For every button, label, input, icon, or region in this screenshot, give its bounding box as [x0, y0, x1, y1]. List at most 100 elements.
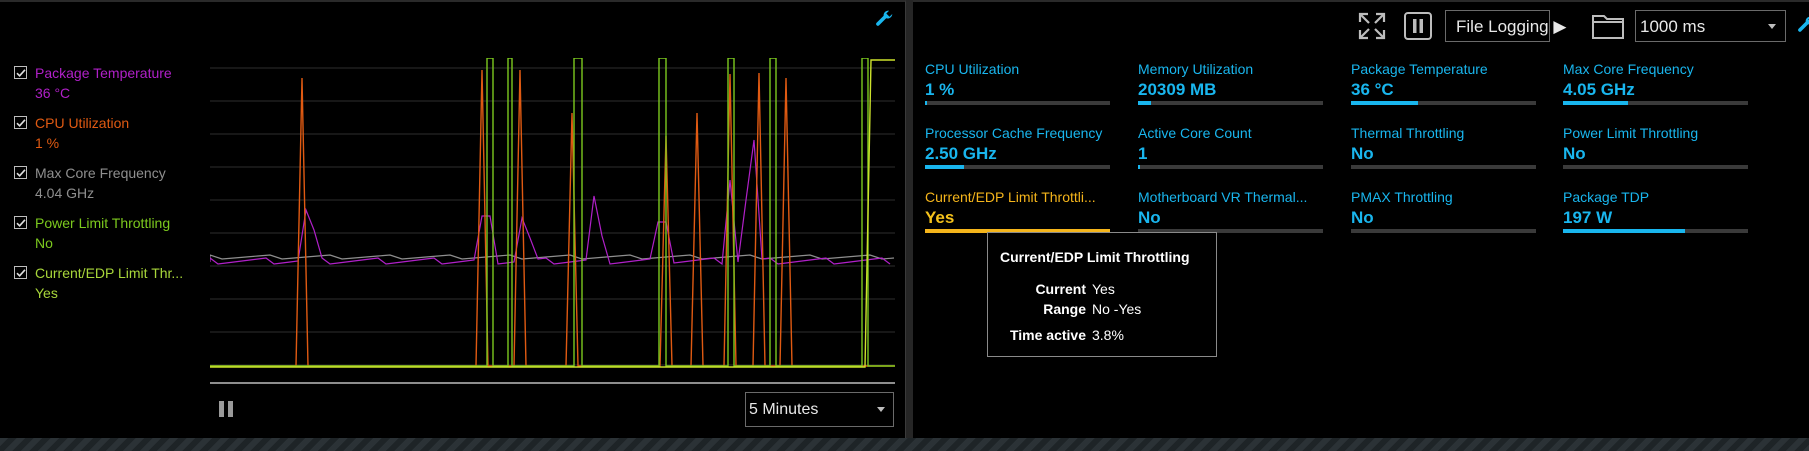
legend-item[interactable]: Max Core Frequency 4.04 GHz — [14, 164, 194, 214]
status-strip — [0, 438, 1809, 451]
tooltip-range-value: No -Yes — [1092, 301, 1142, 317]
file-logging-button[interactable]: File Logging ▶ — [1445, 10, 1566, 42]
metric-label: Motherboard VR Thermal... — [1138, 189, 1308, 205]
metric-progress-bar — [1138, 101, 1323, 105]
metric-progress-fill — [1563, 229, 1686, 233]
metric-value: No — [1351, 144, 1374, 163]
expand-icon[interactable] — [1357, 11, 1387, 41]
folder-icon[interactable] — [1591, 11, 1625, 41]
metric-value: No — [1138, 208, 1161, 227]
metric-value: 1 % — [925, 80, 955, 99]
legend-value: 1 % — [35, 135, 60, 151]
metric-progress-fill — [1563, 101, 1628, 105]
legend-checkbox[interactable] — [14, 216, 27, 229]
power-limit-throttling-series — [210, 58, 895, 367]
graph-pause-button[interactable] — [219, 401, 235, 417]
metrics-line-chart — [210, 58, 895, 386]
metric-progress-fill — [925, 165, 964, 169]
metric-label: Power Limit Throttling — [1563, 125, 1699, 141]
metric-progress-bar — [1351, 101, 1536, 105]
metric-progress-bar — [1563, 229, 1748, 233]
tooltip-current-label: Current — [1035, 281, 1086, 297]
metric-progress-bar — [1351, 229, 1536, 233]
graph-settings-wrench-icon[interactable] — [873, 8, 895, 30]
metric-label: Active Core Count — [1138, 125, 1252, 141]
checkmark-icon — [16, 69, 26, 77]
legend-value: Yes — [35, 285, 58, 301]
metric-progress-fill — [925, 101, 927, 105]
metric-value: Yes — [925, 208, 955, 227]
legend-item[interactable]: Current/EDP Limit Thr... Yes — [14, 264, 194, 314]
metric-label: CPU Utilization — [925, 61, 1020, 77]
metric-progress-fill — [1351, 101, 1418, 105]
checkmark-icon — [16, 269, 26, 277]
metric-tile[interactable]: Memory Utilization 20309 MB — [1138, 60, 1328, 108]
metrics-settings-wrench-icon[interactable] — [1795, 14, 1809, 36]
legend-checkbox[interactable] — [14, 166, 27, 179]
polling-interval-value: 1000 ms — [1640, 17, 1706, 36]
checkmark-icon — [16, 219, 26, 227]
graph-legend: Package Temperature 36 °C CPU Utilization 1… — [14, 64, 194, 314]
legend-value: 36 °C — [35, 85, 71, 101]
metric-value: 197 W — [1563, 208, 1613, 227]
metric-label: Memory Utilization — [1138, 61, 1254, 77]
metric-tile[interactable]: Package Temperature 36 °C — [1351, 60, 1541, 108]
tooltip-range-label: Range — [1043, 301, 1086, 317]
metric-tile[interactable]: PMAX Throttling No — [1351, 188, 1541, 236]
legend-value: No — [35, 235, 53, 251]
panel-splitter[interactable] — [906, 0, 913, 438]
metric-label: Processor Cache Frequency — [925, 125, 1103, 141]
metric-tile[interactable]: Motherboard VR Thermal... No — [1138, 188, 1328, 236]
metric-progress-bar — [925, 101, 1110, 105]
metric-value: No — [1351, 208, 1374, 227]
tooltip-time-active-value: 3.8% — [1092, 327, 1124, 343]
legend-checkbox[interactable] — [14, 266, 27, 279]
tooltip-time-active-label: Time active — [1009, 327, 1086, 343]
metric-progress-fill — [1138, 101, 1151, 105]
metric-value: 4.05 GHz — [1563, 80, 1635, 99]
metric-value: 20309 MB — [1138, 80, 1217, 99]
metric-value: 36 °C — [1351, 80, 1394, 99]
legend-name: Package Temperature — [35, 65, 172, 81]
metric-value: No — [1563, 144, 1586, 163]
metric-label: Package Temperature — [1351, 61, 1488, 77]
metric-tile[interactable]: Thermal Throttling No — [1351, 124, 1541, 172]
metric-value: 1 — [1138, 144, 1148, 163]
metric-progress-bar — [1138, 165, 1323, 169]
polling-interval-select[interactable]: 1000 ms — [1635, 10, 1786, 42]
pause-monitoring-icon[interactable] — [1403, 11, 1433, 41]
legend-checkbox[interactable] — [14, 116, 27, 129]
tooltip-title: Current/EDP Limit Throttling — [1000, 249, 1190, 265]
metric-progress-fill — [1138, 165, 1140, 169]
metric-tile[interactable]: CPU Utilization 1 % — [925, 60, 1115, 108]
metric-progress-bar — [1351, 165, 1536, 169]
legend-value: 4.04 GHz — [35, 185, 95, 201]
file-logging-label: File Logging ▶ — [1456, 17, 1567, 36]
legend-name: Current/EDP Limit Thr... — [35, 265, 184, 281]
metric-tile[interactable]: Active Core Count 1 — [1138, 124, 1328, 172]
legend-name: Max Core Frequency — [35, 165, 166, 181]
checkmark-icon — [16, 119, 26, 127]
graph-panel: Package Temperature 36 °C CPU Utilization 1… — [0, 0, 906, 438]
legend-item[interactable]: Package Temperature 36 °C — [14, 64, 194, 114]
metric-label: Package TDP — [1563, 189, 1650, 205]
current-edp-limit-throttling-series — [210, 59, 895, 368]
legend-item[interactable]: Power Limit Throttling No — [14, 214, 194, 264]
tooltip-current-value: Yes — [1092, 281, 1115, 297]
metric-tile[interactable]: Processor Cache Frequency 2.50 GHz — [925, 124, 1115, 172]
metric-label: PMAX Throttling — [1351, 189, 1453, 205]
metric-progress-bar — [1563, 101, 1748, 105]
legend-name: CPU Utilization — [35, 115, 130, 131]
chevron-down-icon — [877, 407, 885, 412]
legend-item[interactable]: CPU Utilization 1 % — [14, 114, 194, 164]
metric-progress-bar — [925, 165, 1110, 169]
metric-tile[interactable]: Package TDP 197 W — [1563, 188, 1753, 236]
metric-tooltip: Current/EDP Limit Throttling Current Yes… — [987, 232, 1217, 357]
checkmark-icon — [16, 169, 26, 177]
metric-tile[interactable]: Current/EDP Limit Throttli... Yes — [925, 188, 1115, 236]
metric-tile[interactable]: Max Core Frequency 4.05 GHz — [1563, 60, 1753, 108]
metric-label: Current/EDP Limit Throttli... — [925, 189, 1096, 205]
metric-tile[interactable]: Power Limit Throttling No — [1563, 124, 1753, 172]
time-window-select[interactable]: 5 Minutes — [745, 392, 894, 427]
legend-checkbox[interactable] — [14, 66, 27, 79]
